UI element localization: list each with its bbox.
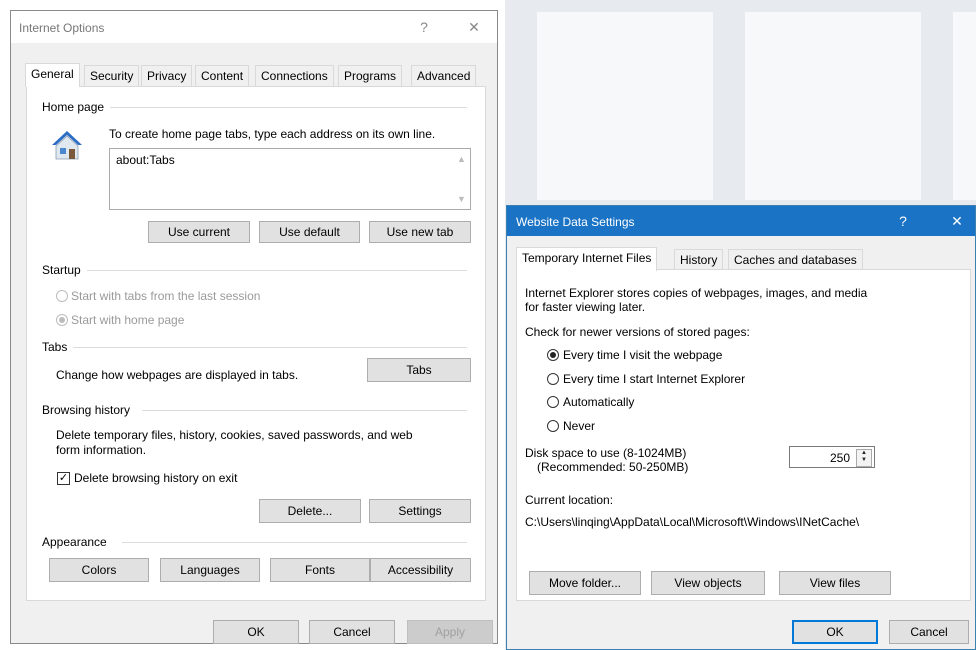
close-button[interactable]: ✕ [463, 17, 485, 37]
dialog-title: Website Data Settings [516, 215, 635, 229]
every-visit-radio[interactable] [547, 349, 559, 361]
ok-button[interactable]: OK [213, 620, 299, 644]
current-location-label: Current location: [525, 493, 614, 507]
tab-history[interactable]: History [674, 249, 724, 270]
house-icon [51, 129, 83, 161]
temporary-internet-files-panel: Internet Explorer stores copies of webpa… [516, 269, 971, 601]
automatically-label: Automatically [563, 395, 635, 409]
startup-home-page-radio[interactable] [56, 314, 68, 326]
tabs-description: Change how webpages are displayed in tab… [56, 368, 299, 382]
check-label: Check for newer versions of stored pages… [525, 325, 750, 339]
browsing-history-description-2: form information. [56, 443, 147, 457]
appearance-label: Appearance [42, 535, 113, 549]
home-page-input[interactable]: about:Tabs ▲ ▼ [109, 148, 471, 210]
tab-advanced[interactable]: Advanced [411, 65, 477, 86]
never-label: Never [563, 419, 596, 433]
spin-arrows-icon[interactable]: ▲ ▼ [856, 449, 872, 467]
divider [72, 347, 467, 348]
startup-last-session-label: Start with tabs from the last session [71, 289, 261, 303]
view-objects-button[interactable]: View objects [651, 571, 765, 595]
startup-label: Startup [42, 263, 87, 277]
tab-connections[interactable]: Connections [255, 65, 334, 86]
every-start-radio[interactable] [547, 373, 559, 385]
use-current-button[interactable]: Use current [148, 221, 250, 243]
tab-programs[interactable]: Programs [338, 65, 403, 86]
browsing-history-label: Browsing history [42, 403, 137, 417]
background-tile [537, 12, 713, 200]
use-default-button[interactable]: Use default [259, 221, 360, 243]
tab-content[interactable]: Content [195, 65, 250, 86]
background-tile [953, 12, 976, 200]
tab-privacy[interactable]: Privacy [141, 65, 193, 86]
disk-space-value: 250 [829, 451, 850, 465]
website-data-settings-dialog: Website Data Settings ? ✕ Temporary Inte… [506, 205, 976, 650]
title-bar: Internet Options ? ✕ [11, 11, 497, 43]
delete-button[interactable]: Delete... [259, 499, 361, 523]
colors-button[interactable]: Colors [49, 558, 149, 582]
never-radio[interactable] [547, 420, 559, 432]
tabs-button[interactable]: Tabs [367, 358, 471, 382]
close-button[interactable]: ✕ [946, 212, 968, 230]
dialog-title: Internet Options [19, 21, 105, 35]
startup-home-page-label: Start with home page [71, 313, 185, 327]
home-page-value: about:Tabs [116, 153, 175, 167]
description-2: for faster viewing later. [525, 300, 646, 314]
accessibility-button[interactable]: Accessibility [370, 558, 471, 582]
disk-space-stepper[interactable]: 250 ▲ ▼ [789, 446, 875, 468]
browsing-history-description: Delete temporary files, history, cookies… [56, 428, 413, 442]
automatically-radio[interactable] [547, 396, 559, 408]
divider [142, 410, 467, 411]
scroll-up-arrow-icon[interactable]: ▲ [453, 151, 470, 167]
ok-button[interactable]: OK [792, 620, 878, 644]
tab-temporary-internet-files[interactable]: Temporary Internet Files [516, 247, 658, 271]
disk-space-recommended: (Recommended: 50-250MB) [537, 460, 689, 474]
description: Internet Explorer stores copies of webpa… [525, 286, 868, 300]
tabs-group-label: Tabs [42, 340, 74, 354]
cancel-button[interactable]: Cancel [889, 620, 969, 644]
move-folder-button[interactable]: Move folder... [529, 571, 641, 595]
general-panel: Home page To create home page tabs, type… [26, 86, 486, 601]
apply-button[interactable]: Apply [407, 620, 493, 644]
delete-on-exit-label: Delete browsing history on exit [74, 471, 238, 485]
scrollbar[interactable]: ▲ ▼ [453, 149, 470, 209]
view-files-button[interactable]: View files [779, 571, 891, 595]
tab-caches-and-databases[interactable]: Caches and databases [728, 249, 863, 270]
internet-options-dialog: Internet Options ? ✕ General Security Pr… [10, 10, 498, 644]
scroll-down-arrow-icon[interactable]: ▼ [453, 191, 470, 207]
help-button[interactable]: ? [413, 17, 435, 37]
every-start-label: Every time I start Internet Explorer [563, 372, 746, 386]
title-bar: Website Data Settings ? ✕ [507, 206, 975, 236]
divider [122, 542, 467, 543]
startup-last-session-radio[interactable] [56, 290, 68, 302]
help-button[interactable]: ? [892, 212, 914, 230]
background-tile [745, 12, 921, 200]
disk-space-label: Disk space to use (8-1024MB) [525, 446, 687, 460]
current-location-path: C:\Users\linqing\AppData\Local\Microsoft… [525, 515, 860, 529]
divider [107, 107, 467, 108]
languages-button[interactable]: Languages [160, 558, 260, 582]
settings-button[interactable]: Settings [369, 499, 471, 523]
home-page-label: Home page [42, 100, 111, 114]
tab-general[interactable]: General [25, 63, 80, 87]
fonts-button[interactable]: Fonts [270, 558, 370, 582]
tab-security[interactable]: Security [84, 65, 140, 86]
cancel-button[interactable]: Cancel [309, 620, 395, 644]
home-page-description: To create home page tabs, type each addr… [109, 127, 436, 141]
delete-on-exit-checkbox[interactable]: ✓ [57, 472, 70, 485]
use-new-tab-button[interactable]: Use new tab [369, 221, 471, 243]
every-visit-label: Every time I visit the webpage [563, 348, 723, 362]
divider [87, 270, 467, 271]
